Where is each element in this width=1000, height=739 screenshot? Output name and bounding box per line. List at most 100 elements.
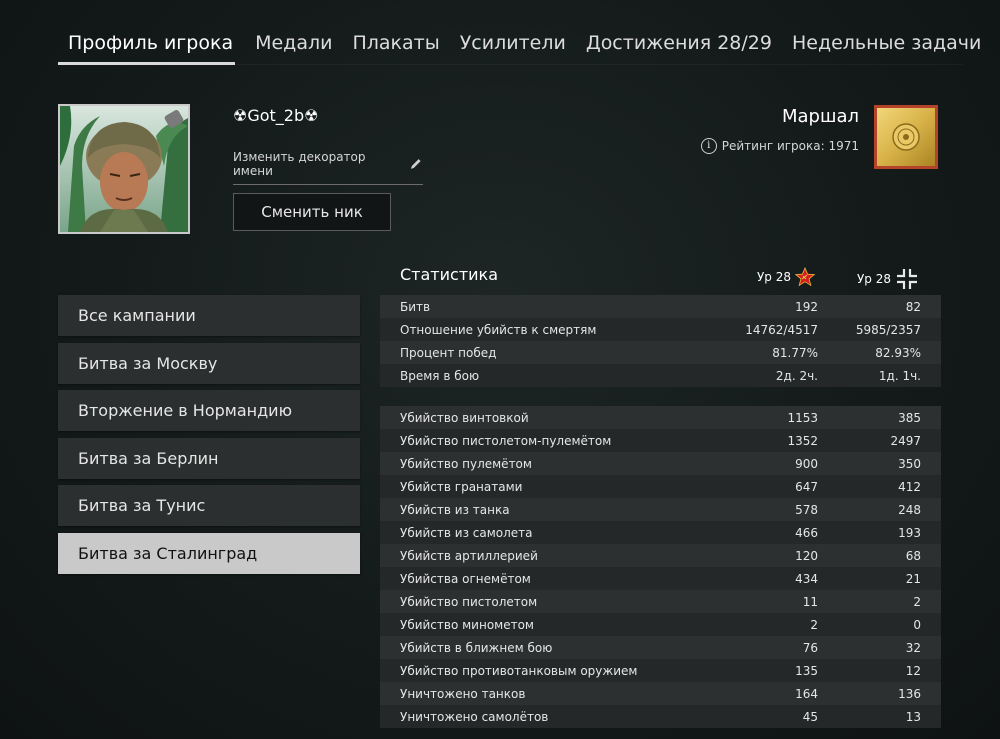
- stat-value-ussr: 164: [795, 686, 818, 701]
- tab-divider: [58, 64, 963, 65]
- table-row: Отношение убийств к смертям 14762/4517 598…: [380, 318, 941, 341]
- stat-value-ussr: 900: [795, 456, 818, 471]
- top-tab-bar: Профиль игрока Медали Плакаты Усилители …: [58, 24, 981, 65]
- stat-value-axis: 2497: [890, 433, 921, 448]
- tab-medals[interactable]: Медали: [255, 24, 332, 62]
- stats-kills-table: Убийство винтовкой 1153 385 Убийство писто…: [380, 406, 941, 728]
- table-row: Уничтожено самолётов 45 13: [380, 705, 941, 728]
- table-row: Время в бою 2д. 2ч. 1д. 1ч.: [380, 364, 941, 387]
- stat-value-ussr: 578: [795, 502, 818, 517]
- campaign-berlin[interactable]: Битва за Берлин: [58, 437, 360, 479]
- stat-value-ussr: 466: [795, 525, 818, 540]
- tab-boosters[interactable]: Усилители: [460, 24, 566, 62]
- stat-label: Убийств гранатами: [400, 479, 523, 494]
- stat-label: Убийства огнемётом: [400, 571, 531, 586]
- stat-value-axis: 2: [913, 594, 921, 609]
- player-nickname: ☢Got_2b☢: [233, 106, 319, 125]
- rating-label: Рейтинг игрока: 1971: [721, 139, 859, 153]
- tab-weekly-tasks[interactable]: Недельные задачи: [792, 24, 981, 62]
- table-row: Процент побед 81.77% 82.93%: [380, 341, 941, 364]
- stats-header: Статистика Ур 28 Ур 28: [380, 262, 941, 290]
- table-row: Битв 192 82: [380, 295, 941, 318]
- stat-value-ussr: 434: [795, 571, 818, 586]
- stat-value-ussr: 2: [810, 617, 818, 632]
- stat-value-ussr: 192: [795, 299, 818, 314]
- stat-label: Уничтожено самолётов: [400, 709, 549, 724]
- stat-label: Процент побед: [400, 345, 497, 360]
- table-row: Убийств гранатами 647 412: [380, 475, 941, 498]
- stat-value-axis: 12: [905, 663, 921, 678]
- stat-label: Убийство пистолетом: [400, 594, 538, 609]
- change-name-decorator-link[interactable]: Изменить декоратор имени: [233, 150, 423, 185]
- stat-value-axis: 1д. 1ч.: [878, 368, 921, 383]
- stat-value-ussr: 1153: [787, 410, 818, 425]
- campaign-normandy[interactable]: Вторжение в Нормандию: [58, 390, 360, 431]
- stat-value-ussr: 647: [795, 479, 818, 494]
- table-row: Убийство пистолетом-пулемётом 1352 2497: [380, 429, 941, 452]
- stat-value-ussr: 11: [802, 594, 818, 609]
- campaign-tunisia[interactable]: Битва за Тунис: [58, 485, 360, 526]
- stats-title: Статистика: [400, 265, 498, 284]
- decorator-label: Изменить декоратор имени: [233, 150, 366, 178]
- stat-value-axis: 32: [905, 640, 921, 655]
- tab-player-profile[interactable]: Профиль игрока: [58, 24, 236, 65]
- col-axis-level: Ур 28: [857, 267, 919, 291]
- player-rating: i Рейтинг игрока: 1971: [700, 138, 859, 154]
- stat-value-axis: 0: [913, 617, 921, 632]
- info-icon[interactable]: i: [700, 138, 717, 154]
- stat-value-ussr: 14762/4517: [745, 322, 818, 337]
- table-row: Убийство пистолетом 11 2: [380, 590, 941, 613]
- pencil-icon: [411, 159, 422, 169]
- stat-label: Отношение убийств к смертям: [400, 322, 597, 337]
- stat-value-ussr: 135: [795, 663, 818, 678]
- stat-value-ussr: 1352: [787, 433, 818, 448]
- marshal-rank-badge-icon: [874, 105, 938, 169]
- col-ussr-level: Ур 28: [757, 267, 815, 287]
- stat-value-ussr: 120: [795, 548, 818, 563]
- stat-value-axis: 82: [905, 299, 921, 314]
- tab-achievements[interactable]: Достижения 28/29: [586, 24, 772, 62]
- stat-value-axis: 385: [898, 410, 921, 425]
- axis-cross-icon: [897, 269, 917, 289]
- stat-label: Время в бою: [400, 368, 480, 383]
- table-row: Убийство минометом 2 0: [380, 613, 941, 636]
- stat-value-axis: 68: [905, 548, 921, 563]
- stat-label: Убийств из самолета: [400, 525, 533, 540]
- stat-value-axis: 193: [898, 525, 921, 540]
- stat-value-ussr: 45: [802, 709, 818, 724]
- stat-value-axis: 21: [905, 571, 921, 586]
- stat-label: Уничтожено танков: [400, 686, 526, 701]
- table-row: Убийств в ближнем бою 76 32: [380, 636, 941, 659]
- campaign-moscow[interactable]: Битва за Москву: [58, 342, 360, 384]
- stat-value-axis: 350: [898, 456, 921, 471]
- campaign-stalingrad[interactable]: Битва за Сталинград: [58, 532, 360, 574]
- stat-label: Убийств артиллерией: [400, 548, 538, 563]
- stats-summary-table: Битв 192 82 Отношение убийств к смертям 147…: [380, 295, 941, 387]
- stat-value-axis: 5985/2357: [855, 322, 921, 337]
- stat-value-axis: 248: [898, 502, 921, 517]
- table-row: Убийства огнемётом 434 21: [380, 567, 941, 590]
- table-row: Убийство пулемётом 900 350: [380, 452, 941, 475]
- stat-label: Убийств в ближнем бою: [400, 640, 553, 655]
- col-axis-level-label: Ур 28: [856, 272, 891, 286]
- stat-label: Убийство минометом: [400, 617, 534, 632]
- table-row: Убийство противотанковым оружием 135 12: [380, 659, 941, 682]
- table-row: Убийство винтовкой 1153 385: [380, 406, 941, 429]
- stat-label: Убийство противотанковым оружием: [400, 663, 638, 678]
- campaign-all[interactable]: Все кампании: [58, 295, 360, 336]
- rank-title: Маршал: [782, 106, 859, 127]
- tab-posters[interactable]: Плакаты: [352, 24, 439, 62]
- stat-label: Убийство пистолетом-пулемётом: [400, 433, 612, 448]
- stat-value-axis: 136: [898, 686, 921, 701]
- soldier-portrait-icon: [60, 106, 188, 232]
- col-ussr-level-label: Ур 28: [756, 270, 791, 284]
- table-row: Убийств из самолета 466 193: [380, 521, 941, 544]
- player-avatar[interactable]: [58, 104, 190, 234]
- campaign-list: Все кампании Битва за Москву Вторжение в…: [58, 295, 360, 580]
- stat-value-axis: 82.93%: [875, 345, 921, 360]
- table-row: Убийств артиллерией 120 68: [380, 544, 941, 567]
- change-nick-button[interactable]: Сменить ник: [233, 193, 391, 231]
- stat-value-ussr: 2д. 2ч.: [775, 368, 818, 383]
- table-row: Убийств из танка 578 248: [380, 498, 941, 521]
- ussr-star-icon: [795, 267, 815, 287]
